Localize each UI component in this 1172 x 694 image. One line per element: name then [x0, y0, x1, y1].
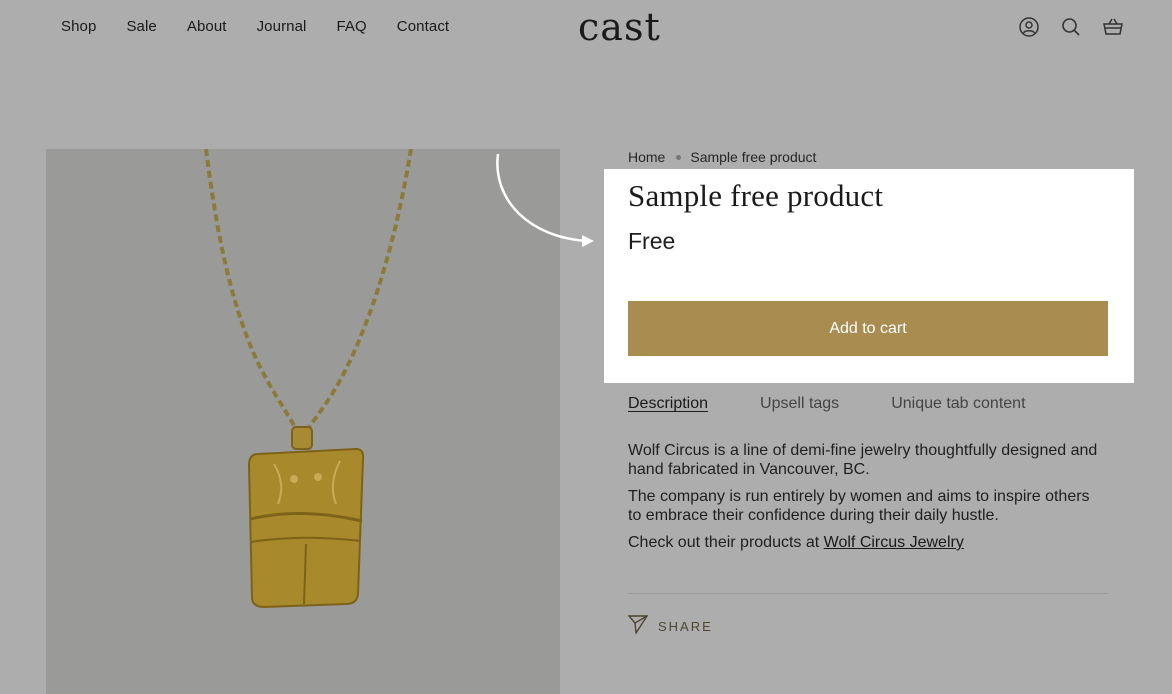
tab-unique-content[interactable]: Unique tab content — [891, 395, 1025, 413]
breadcrumb: Home Sample free product — [628, 149, 816, 165]
description-paragraph: Check out their products at Wolf Circus … — [628, 533, 1098, 552]
account-icon[interactable] — [1019, 17, 1039, 37]
cart-icon[interactable] — [1103, 17, 1123, 37]
annotation-arrow — [496, 153, 594, 247]
search-icon[interactable] — [1061, 17, 1081, 37]
divider — [628, 593, 1108, 594]
nav-shop[interactable]: Shop — [61, 18, 96, 35]
nav-faq[interactable]: FAQ — [336, 18, 366, 35]
nav-about[interactable]: About — [187, 18, 227, 35]
tab-description[interactable]: Description — [628, 395, 708, 413]
nav-journal[interactable]: Journal — [257, 18, 307, 35]
header-icons — [1019, 17, 1123, 37]
description-paragraph: The company is run entirely by women and… — [628, 488, 1090, 524]
share-icon — [627, 614, 649, 639]
share-label: SHARE — [658, 619, 713, 634]
share-button[interactable]: SHARE — [627, 614, 713, 639]
product-title: Sample free product — [628, 178, 884, 213]
product-description: Wolf Circus is a line of demi-fine jewel… — [628, 441, 1098, 560]
product-tabs: Description Upsell tags Unique tab conte… — [628, 395, 1078, 413]
nav-sale[interactable]: Sale — [126, 18, 156, 35]
brand-logo[interactable]: cast — [578, 4, 661, 50]
main-nav: Shop Sale About Journal FAQ Contact — [61, 18, 479, 35]
nav-contact[interactable]: Contact — [397, 18, 449, 35]
wolf-circus-link[interactable]: Wolf Circus Jewelry — [824, 534, 964, 551]
description-link-prefix: Check out their products at — [628, 534, 824, 551]
tab-upsell-tags[interactable]: Upsell tags — [760, 395, 839, 413]
breadcrumb-current: Sample free product — [690, 149, 817, 165]
product-price: Free — [628, 228, 676, 254]
product-image[interactable] — [46, 149, 560, 694]
breadcrumb-separator — [676, 154, 682, 160]
add-to-cart-button[interactable]: Add to cart — [628, 301, 1108, 356]
description-paragraph: Wolf Circus is a line of demi-fine jewel… — [628, 442, 1098, 478]
site-header: Shop Sale About Journal FAQ Contact cast — [0, 0, 1172, 56]
breadcrumb-home[interactable]: Home — [628, 149, 665, 165]
